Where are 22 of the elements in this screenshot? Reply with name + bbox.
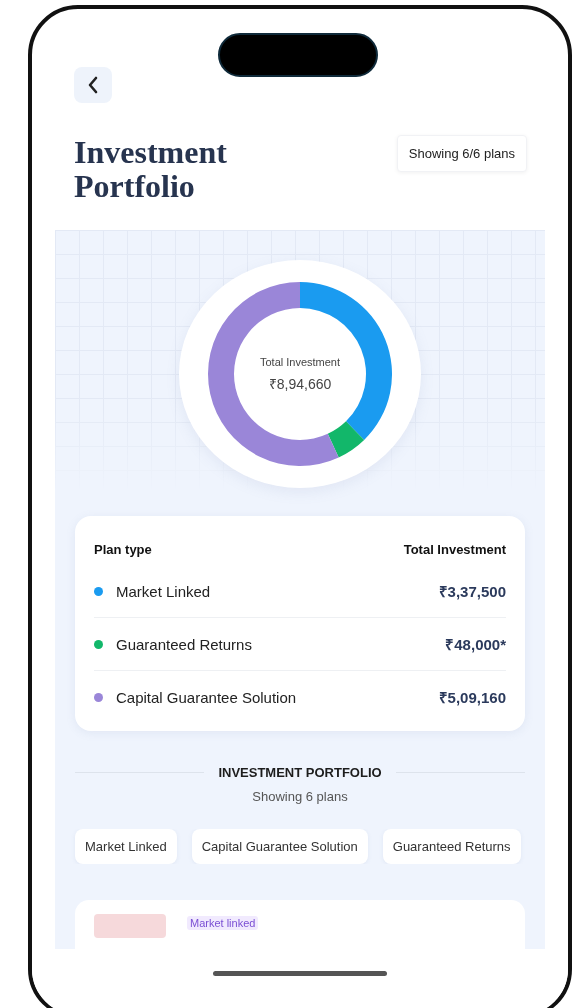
plans-count-badge: Showing 6/6 plans <box>396 135 527 172</box>
investment-amount: ₹5,09,160 <box>438 688 506 707</box>
back-icon <box>87 76 99 94</box>
filter-chip[interactable]: Capital Guarantee Solution <box>191 829 368 864</box>
plan-category-tag: Market linked <box>187 916 259 930</box>
plan-type-name: Market Linked <box>116 582 212 600</box>
page-title: Investment Portfolio <box>74 135 228 203</box>
section-heading: INVESTMENT PORTFOLIO <box>218 765 382 780</box>
plan-type-name: Capital Guarantee Solution <box>116 688 298 706</box>
chart-center-label: Total Investment <box>259 355 341 368</box>
investment-amount: ₹3,37,500 <box>438 582 506 601</box>
total-investment-value: ₹8,94,660 <box>268 374 332 393</box>
investment-amount: ₹48,000* <box>445 635 506 654</box>
plan-thumbnail <box>94 914 166 938</box>
filter-chip[interactable]: Guaranteed Returns <box>382 829 521 864</box>
plan-type-name: Guaranteed Returns <box>116 635 253 653</box>
column-header: Total Investment <box>403 542 506 557</box>
column-header: Plan type <box>94 542 152 557</box>
plan-card[interactable]: Market linked <box>75 900 525 952</box>
back-button[interactable] <box>74 67 112 103</box>
plans-count-text: Showing 6 plans <box>251 789 349 804</box>
filter-chip[interactable]: Market Linked <box>75 829 177 864</box>
